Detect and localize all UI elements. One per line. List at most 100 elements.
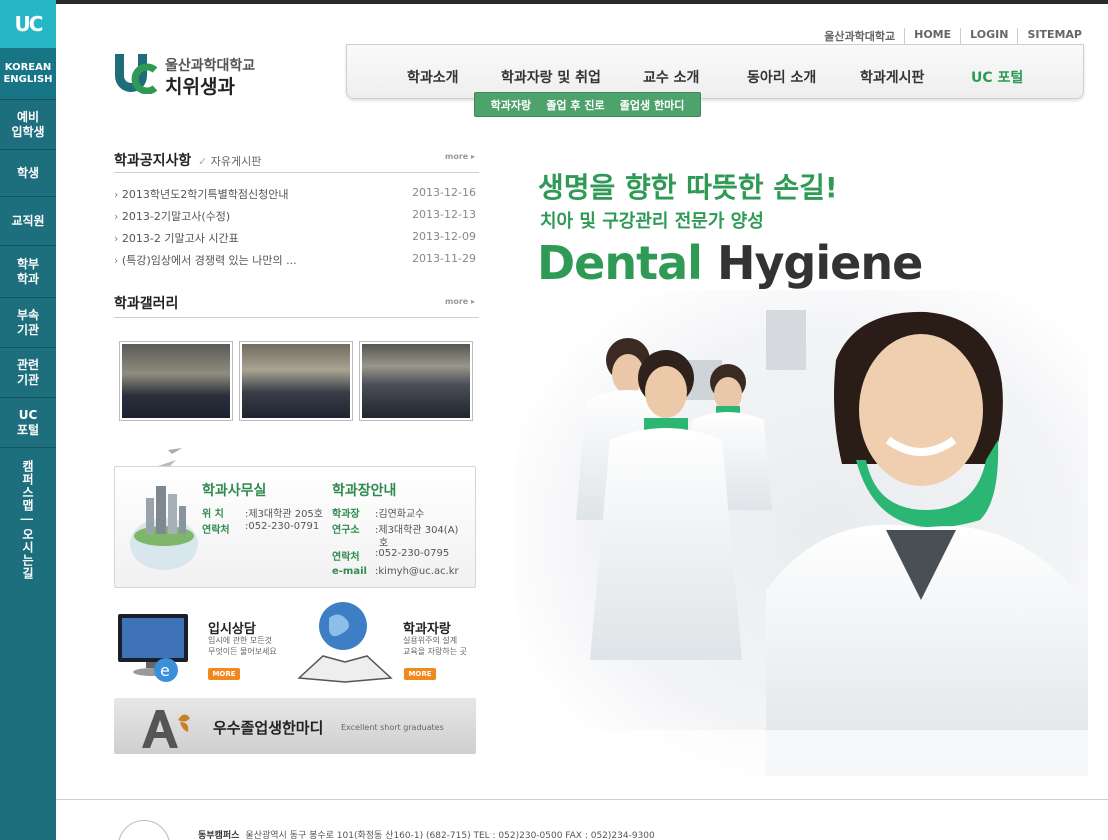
sidebar-item-related[interactable]: 관련 기관 [0, 348, 56, 398]
office-heading: 학과사무실 [202, 483, 267, 499]
uc-logo[interactable]: UC [0, 0, 56, 48]
sidebar: UC KOREAN ENGLISH 예비 입학생 학생 교직원 학부 학과 부속… [0, 0, 56, 840]
hero-headline-hygiene: Hygiene [716, 236, 923, 290]
sub-navigation: 학과자랑 졸업 후 진로 졸업생 한마디 [474, 92, 701, 117]
nav-item-pride-jobs[interactable]: 학과자랑 및 취업 [501, 67, 601, 87]
top-bar [0, 0, 1108, 4]
hero-headline: Dental Hygiene [537, 236, 923, 290]
chair-name-value: :김연화교수 [375, 509, 425, 520]
gallery-photo [122, 344, 230, 418]
nav-item-professors[interactable]: 교수 소개 [643, 67, 699, 87]
gallery-thumbnail[interactable] [239, 341, 353, 421]
admission-consult-desc: 입시에 관한 모든것 무엇이든 물어보세요 [208, 636, 277, 656]
admission-more-button[interactable]: MORE [208, 668, 240, 680]
hero-slogan: 생명을 향한 따뜻한 손길! [538, 171, 838, 204]
sidebar-item-departments[interactable]: 학부 학과 [0, 246, 56, 298]
arrow-right-icon: ▸ [471, 297, 476, 306]
subnav-alumni[interactable]: 졸업생 한마디 [620, 97, 685, 113]
footer-campus-name: 동부캠퍼스 [198, 831, 240, 840]
utility-menu: 울산과학대학교 HOME LOGIN SITEMAP [815, 28, 1082, 44]
nav-item-intro[interactable]: 학과소개 [407, 67, 459, 87]
main-navigation: 학과소개 학과자랑 및 취업 교수 소개 동아리 소개 학과게시판 UC 포털 [346, 44, 1084, 99]
bullet-icon: › [114, 232, 122, 245]
chair-tel-value: :052-230-0795 [375, 548, 450, 559]
notice-item-text: 2013-2기말고사(수정) [121, 210, 231, 223]
subnav-pride[interactable]: 학과자랑 [491, 97, 531, 113]
util-link-home[interactable]: HOME [904, 28, 960, 44]
office-location-value: :제3대학관 205호 [245, 509, 323, 520]
gallery-more-link[interactable]: more ▸ [445, 297, 475, 306]
footer-divider [56, 799, 1108, 800]
language-switch[interactable]: KOREAN ENGLISH [0, 48, 56, 100]
office-tel-label: 연락처 [202, 525, 230, 536]
chair-email-label: e-mail [332, 566, 367, 577]
gallery-thumbnail[interactable] [119, 341, 233, 421]
bullet-icon: › [114, 188, 122, 201]
letter-a-butterfly-icon [142, 710, 190, 748]
uc-logo-mark[interactable] [113, 50, 157, 94]
notice-item[interactable]: › 2013-2기말고사(수정) 2013-12-13 [114, 208, 476, 224]
uc-logo-text: UC [14, 12, 44, 36]
sidebar-item-affiliated[interactable]: 부속 기관 [0, 298, 56, 348]
nav-item-uc-portal[interactable]: UC 포털 [971, 67, 1023, 87]
footer-address: 동부캠퍼스 울산광역시 동구 봉수로 101(화정동 산160-1) (682-7… [198, 828, 655, 840]
free-board-tab[interactable]: ✓ 자유게시판 [198, 153, 261, 169]
hero-tagline-part2: 전문가 양성 [674, 211, 764, 232]
gallery-thumbnail[interactable] [359, 341, 473, 421]
notice-item-title: › 2013-2 기말고사 시간표 [114, 230, 239, 246]
hero-tagline: 치아 및 구강관리 전문가 양성 [540, 207, 764, 233]
university-seal-icon [118, 820, 170, 840]
notice-item-title: › (특강)임상에서 경쟁력 있는 나만의 ... [114, 252, 297, 268]
nav-item-clubs[interactable]: 동아리 소개 [747, 67, 816, 87]
dept-pride-desc: 실용위주의 설계 교육을 자랑하는 곳 [403, 636, 467, 656]
chair-email-value[interactable]: :kimyh@uc.ac.kr [375, 566, 459, 577]
notice-more-link[interactable]: more ▸ [445, 152, 475, 161]
chair-lab-label: 연구소 [332, 525, 360, 536]
hero-tagline-part1: 치아 및 구강관리 [540, 211, 675, 232]
nav-item-board[interactable]: 학과게시판 [860, 67, 924, 87]
dental-students-photo [516, 290, 1088, 776]
notice-divider [114, 172, 479, 173]
notice-title[interactable]: 학과공지사항 [114, 150, 191, 170]
notice-item-date: 2013-12-16 [412, 186, 476, 199]
office-tel-value: :052-230-0791 [245, 521, 320, 532]
gallery-more-label: more [445, 297, 469, 306]
notice-item-date: 2013-12-13 [412, 208, 476, 221]
sidebar-item-staff[interactable]: 교직원 [0, 197, 56, 246]
notice-item[interactable]: › (특강)임상에서 경쟁력 있는 나만의 ... 2013-11-29 [114, 252, 476, 268]
bullet-icon: › [114, 210, 122, 223]
gallery-title[interactable]: 학과갤러리 [114, 293, 178, 313]
util-link-sitemap[interactable]: SITEMAP [1017, 28, 1082, 44]
chair-lab-value-cont: 호 [379, 538, 389, 549]
monitor-ie-icon: e [118, 614, 188, 682]
notice-item-text: 2013-2 기말고사 시간표 [121, 232, 239, 245]
gallery-photo [362, 344, 470, 418]
alumni-banner-subtitle: Excellent short graduates [341, 723, 444, 732]
footer-address-text: 울산광역시 동구 봉수로 101(화정동 산160-1) (682-715) T… [245, 831, 655, 840]
free-board-label: 자유게시판 [210, 155, 262, 168]
notice-item[interactable]: › 2013학년도2학기특별학점신청안내 2013-12-16 [114, 186, 476, 202]
office-location-label: 위 치 [202, 509, 224, 520]
notice-item-text: (특강)임상에서 경쟁력 있는 나만의 ... [121, 254, 297, 267]
pride-more-button[interactable]: MORE [404, 668, 436, 680]
logo-department-name: 치위생과 [165, 76, 235, 98]
notice-item[interactable]: › 2013-2 기말고사 시간표 2013-12-09 [114, 230, 476, 246]
sidebar-item-uc-portal[interactable]: UC 포털 [0, 398, 56, 448]
subnav-career[interactable]: 졸업 후 진로 [546, 97, 604, 113]
campus-map-directions[interactable]: 캠퍼스맵 | 오시는길 [0, 460, 56, 610]
notice-more-label: more [445, 152, 469, 161]
notice-item-date: 2013-12-09 [412, 230, 476, 243]
sidebar-item-prospective[interactable]: 예비 입학생 [0, 100, 56, 150]
sidebar-item-students[interactable]: 학생 [0, 150, 56, 197]
gallery-photo [242, 344, 350, 418]
util-link-login[interactable]: LOGIN [960, 28, 1017, 44]
notice-item-text: 2013학년도2학기특별학점신청안내 [121, 188, 289, 201]
svg-text:e: e [160, 661, 170, 680]
globe-building-icon [130, 448, 198, 570]
chair-tel-label: 연락처 [332, 552, 360, 563]
notice-item-title: › 2013학년도2학기특별학점신청안내 [114, 186, 288, 202]
util-link-university[interactable]: 울산과학대학교 [815, 28, 904, 44]
campus-map-directions-label: 캠퍼스맵 | 오시는길 [20, 460, 35, 580]
hero-headline-dental: Dental [537, 236, 717, 290]
notice-item-title: › 2013-2기말고사(수정) [114, 208, 230, 224]
